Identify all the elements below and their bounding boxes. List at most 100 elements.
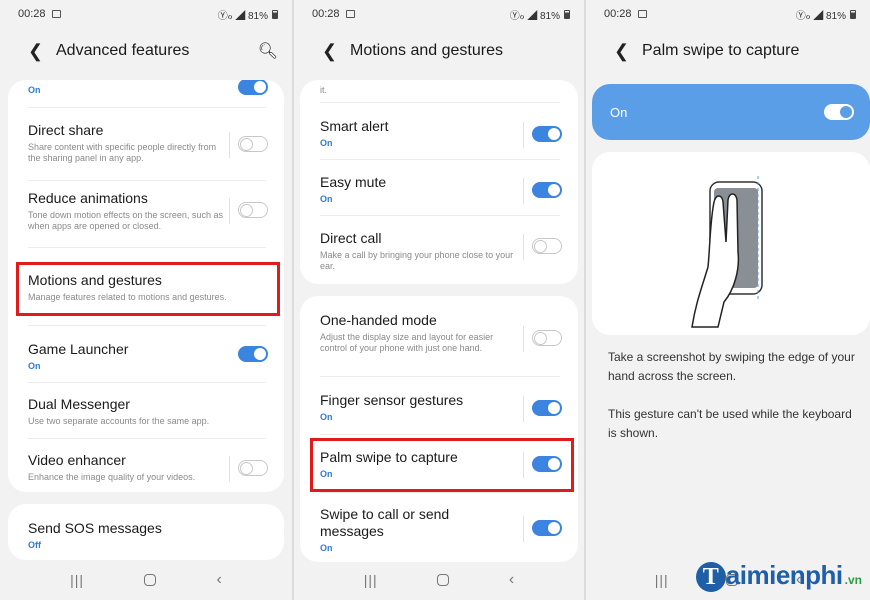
app-bar: ❮ Advanced features 🔍︎ (0, 28, 292, 74)
watermark-letter: T (695, 562, 726, 592)
signal-battery-text: Ⓨℴ ◢ 81% (795, 10, 846, 22)
search-icon[interactable]: 🔍︎ (258, 41, 278, 61)
divider (320, 215, 560, 216)
divider (320, 434, 560, 435)
status-bar: 00:28 Ⓨℴ ◢ 81% (586, 0, 870, 28)
gallery-icon (637, 10, 647, 18)
divider (523, 178, 524, 204)
hand-swipe-icon (691, 176, 763, 328)
settings-card: One-handed mode Adjust the display size … (300, 296, 578, 562)
toggle-switch[interactable] (238, 346, 268, 362)
toggle-switch[interactable] (532, 520, 562, 536)
toggle-switch[interactable] (238, 202, 268, 218)
settings-card: it. Smart alert On Easy mute On Direct c… (300, 80, 578, 284)
palm-swipe-illustration (592, 152, 870, 335)
nav-bar: ||| ‹ (0, 560, 292, 600)
item-label: Swipe to call or send messages (320, 506, 450, 539)
app-bar: ❮ Motions and gestures (294, 28, 584, 74)
item-label: One-handed mode (320, 312, 437, 328)
gallery-icon (345, 10, 355, 18)
divider (523, 122, 524, 148)
back-nav-icon[interactable]: ‹ (217, 571, 222, 589)
item-status: Off (28, 540, 41, 550)
item-sub: Use two separate accounts for the same a… (28, 416, 210, 426)
divider (28, 247, 266, 248)
toggle-switch[interactable] (824, 104, 854, 120)
clock: 00:28 (604, 8, 632, 20)
divider (229, 198, 230, 224)
toggle-switch[interactable] (532, 330, 562, 346)
list-item-dual-messenger[interactable]: Dual Messenger Use two separate accounts… (8, 396, 284, 427)
watermark-text: aimienphi (725, 559, 843, 590)
back-nav-icon[interactable]: ‹ (509, 571, 514, 589)
item-sub: Tone down motion effects on the screen, … (28, 210, 223, 231)
toggle-switch[interactable] (532, 126, 562, 142)
status-bar: 00:28 Ⓨℴ ◢ 81% (0, 0, 292, 28)
toggle-switch[interactable] (238, 136, 268, 152)
divider (28, 382, 266, 383)
recent-apps-icon[interactable]: ||| (70, 572, 84, 588)
item-label: Send SOS messages (28, 520, 162, 536)
back-arrow-icon[interactable]: ❮ (28, 41, 56, 62)
description-text: Take a screenshot by swiping the edge of… (608, 350, 855, 383)
toggle-switch[interactable] (532, 400, 562, 416)
battery-icon (272, 9, 278, 19)
divider (28, 180, 266, 181)
clock: 00:28 (18, 8, 46, 20)
home-icon[interactable] (437, 574, 450, 586)
list-item-swipe-call[interactable]: Swipe to call or send messages On (300, 506, 500, 553)
recent-apps-icon[interactable]: ||| (655, 572, 669, 588)
gallery-icon (51, 10, 61, 18)
divider (523, 396, 524, 422)
divider (229, 456, 230, 482)
back-arrow-icon[interactable]: ❮ (322, 41, 350, 62)
highlight-box (310, 438, 574, 492)
motions-gestures-screen: 00:28 Ⓨℴ ◢ 81% ❮ Motions and gestures it… (294, 0, 584, 600)
divider (229, 132, 230, 158)
page-title: Palm swipe to capture (642, 42, 800, 59)
screens: 00:28 Ⓨℴ ◢ 81% ❮ Advanced features 🔍︎ On… (0, 0, 870, 600)
item-label: Dual Messenger (28, 396, 130, 412)
watermark-logo: T aimienphi .vn (695, 559, 862, 592)
signal-battery-text: Ⓨℴ ◢ 81% (217, 10, 268, 22)
signal-battery-text: Ⓨℴ ◢ 81% (509, 10, 560, 22)
divider (28, 438, 266, 439)
back-arrow-icon[interactable]: ❮ (614, 41, 642, 62)
page-title: Advanced features (56, 42, 190, 59)
item-sub: Adjust the display size and layout for e… (320, 332, 494, 353)
switch-label: On (610, 104, 628, 120)
app-bar: ❮ Palm swipe to capture (586, 28, 870, 74)
battery-icon (564, 9, 570, 19)
page-title: Motions and gestures (350, 42, 503, 59)
toggle-switch[interactable] (238, 80, 268, 95)
battery-icon (850, 9, 856, 19)
list-item-send-sos[interactable]: Send SOS messages Off (8, 520, 284, 550)
item-status: On (28, 361, 41, 371)
settings-card: Send SOS messages Off (8, 504, 284, 560)
recent-apps-icon[interactable]: ||| (364, 572, 378, 588)
list-item: it. (300, 82, 578, 96)
divider (28, 325, 266, 326)
divider (320, 159, 560, 160)
home-icon[interactable] (144, 574, 157, 586)
palm-swipe-screen: 00:28 Ⓨℴ ◢ 81% ❮ Palm swipe to capture O… (586, 0, 870, 600)
divider (523, 326, 524, 352)
advanced-features-screen: 00:28 Ⓨℴ ◢ 81% ❮ Advanced features 🔍︎ On… (0, 0, 292, 600)
divider (523, 516, 524, 542)
highlight-box (16, 262, 280, 316)
divider (523, 234, 524, 260)
nav-bar: ||| ‹ (294, 560, 584, 600)
toggle-switch[interactable] (238, 460, 268, 476)
description-text: This gesture can't be used while the key… (608, 407, 852, 440)
item-sub: Make a call by bringing your phone close… (320, 250, 514, 271)
item-status: On (320, 543, 333, 553)
list-item[interactable]: On (8, 80, 284, 95)
watermark-tld: .vn (844, 572, 862, 587)
status-bar: 00:28 Ⓨℴ ◢ 81% (294, 0, 584, 28)
master-switch-bar[interactable]: On (592, 84, 870, 140)
toggle-switch[interactable] (532, 238, 562, 254)
clock: 00:28 (312, 8, 340, 20)
item-sub: Share content with specific people direc… (28, 142, 217, 163)
divider (320, 102, 560, 103)
toggle-switch[interactable] (532, 182, 562, 198)
